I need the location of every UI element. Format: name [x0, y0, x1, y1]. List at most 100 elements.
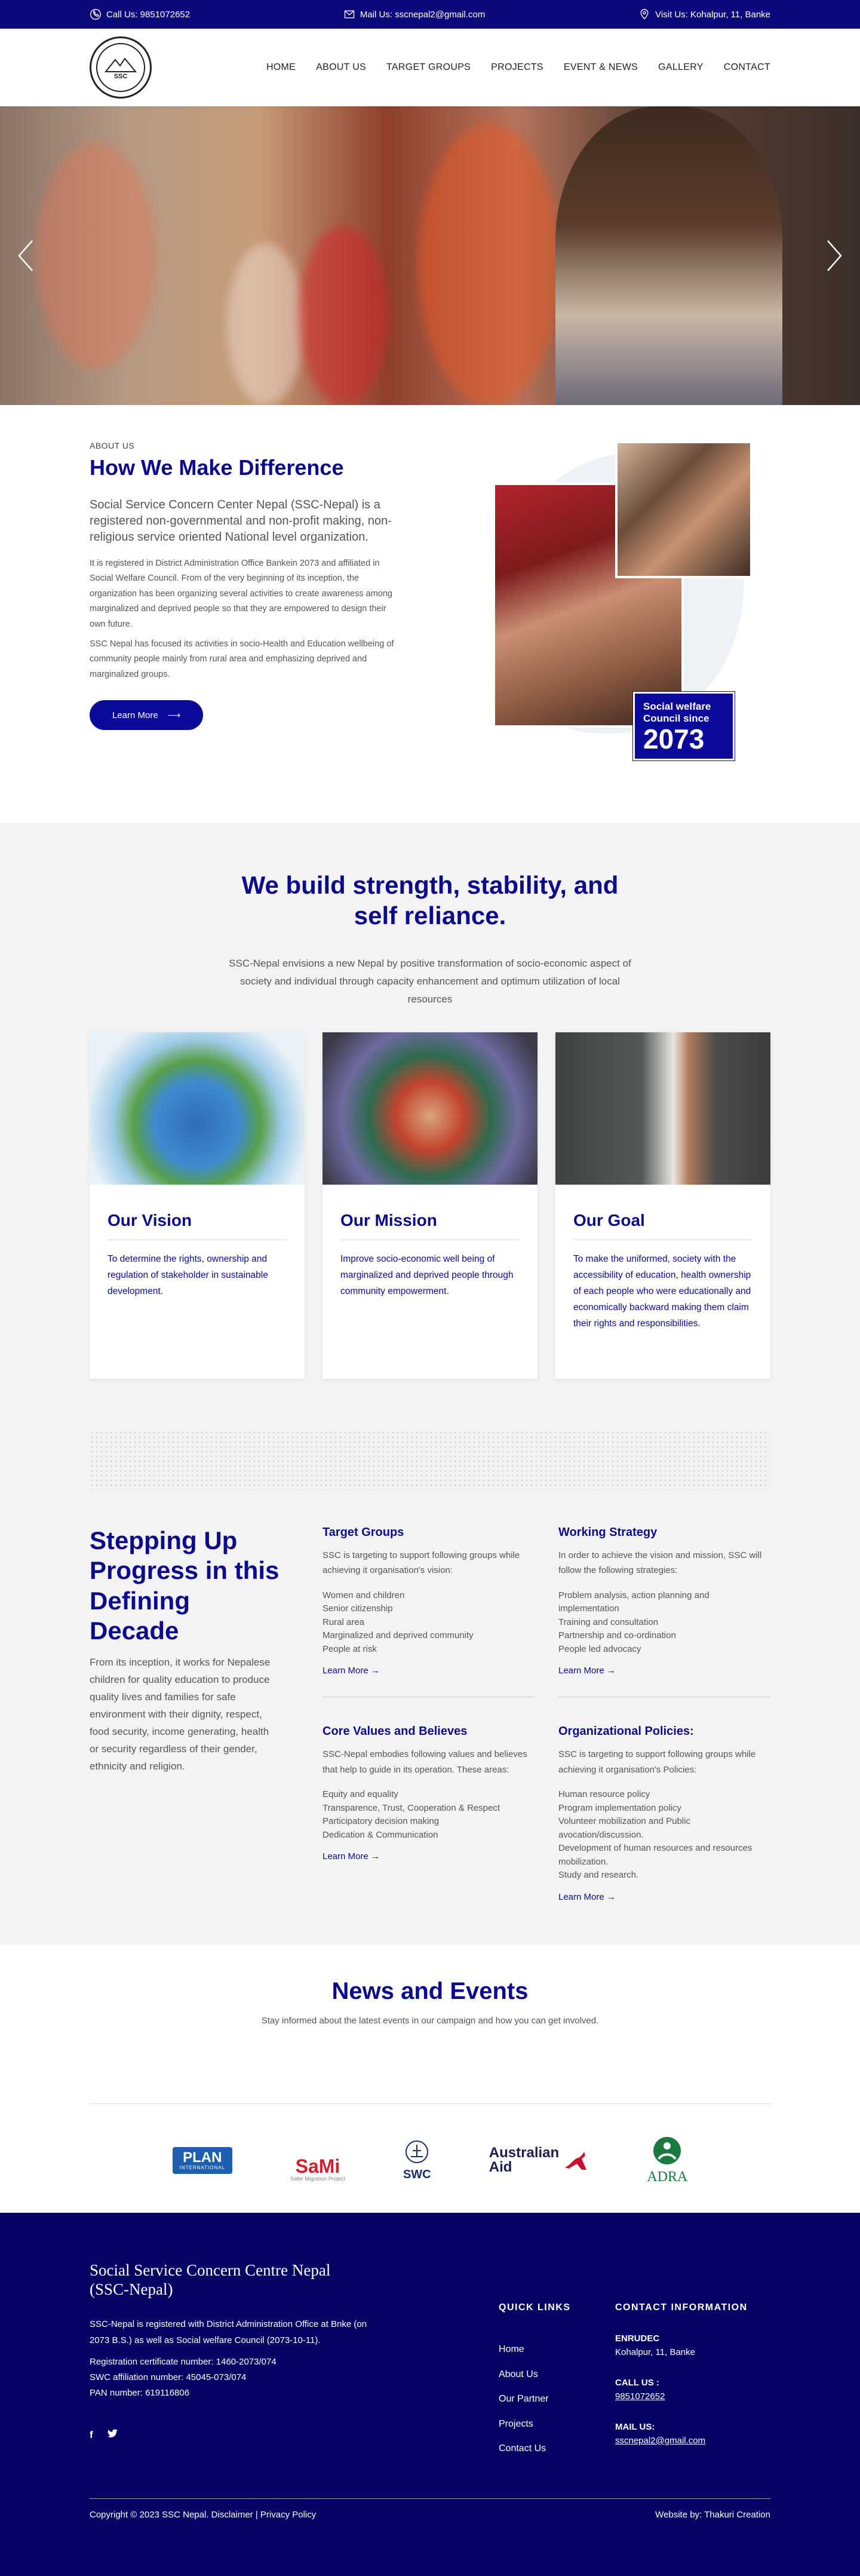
- email-info[interactable]: Mail Us: sscnepal2@gmail.com: [343, 8, 485, 20]
- hero-figure: [299, 226, 388, 405]
- arrow-right-icon: ⟶: [167, 710, 181, 720]
- badge-year: 2073: [643, 723, 705, 755]
- card-text: To determine the rights, ownership and r…: [108, 1253, 268, 1296]
- mail-link[interactable]: sscnepal2@gmail.com: [615, 2436, 770, 2446]
- about-learn-more-button[interactable]: Learn More ⟶: [90, 700, 204, 730]
- nav-target-groups[interactable]: TARGET GROUPS: [386, 62, 471, 73]
- phone-info[interactable]: Call Us: 9851072652: [90, 8, 190, 20]
- nav-contact[interactable]: CONTACT: [724, 62, 770, 73]
- mail-label: MAIL US:: [615, 2422, 655, 2432]
- block-title: Working Strategy: [558, 1525, 658, 1539]
- sami-logo-sub: Safer Migration Project: [290, 2176, 345, 2182]
- partner-logos: PLAN INTERNATIONAL SaMi Safer Migration …: [90, 2103, 770, 2217]
- footer-link-projects[interactable]: Projects: [499, 2419, 533, 2429]
- progress-intro: Stepping Up Progress in this Defining De…: [90, 1526, 281, 1903]
- twitter-icon[interactable]: [107, 2428, 118, 2442]
- nav-events-news[interactable]: EVENT & NEWS: [564, 62, 638, 73]
- globe-image: [90, 1032, 305, 1185]
- progress-section: Stepping Up Progress in this Defining De…: [0, 1490, 860, 1945]
- adra-logo-text: ADRA: [647, 2169, 688, 2185]
- block-list: Women and children Senior citizenship Ru…: [322, 1589, 535, 1657]
- card-text: To make the uniformed, society with the …: [573, 1253, 751, 1329]
- core-values-block: Core Values and Believes SSC-Nepal embod…: [322, 1725, 535, 1903]
- dot-pattern: [90, 1430, 770, 1490]
- learn-more-link[interactable]: Learn More →: [322, 1851, 380, 1862]
- sami-logo[interactable]: SaMi Safer Migration Project: [290, 2157, 345, 2182]
- call-link[interactable]: 9851072652: [615, 2391, 770, 2402]
- block-list: Equity and equality Transparence, Trust,…: [322, 1788, 535, 1842]
- australian-aid-logo[interactable]: Australian Aid: [489, 2146, 589, 2175]
- list-item: Senior citizenship: [322, 1603, 393, 1614]
- block-list: Problem analysis, action planning and im…: [558, 1589, 770, 1657]
- target-groups-block: Target Groups SSC is targeting to suppor…: [322, 1526, 535, 1698]
- card-title: Our Mission: [340, 1210, 437, 1229]
- footer-bottom: Copyright © 2023 SSC Nepal. Disclaimer |…: [90, 2498, 770, 2520]
- about-kicker: ABOUT US: [90, 441, 135, 450]
- footer-title: Social Service Concern Centre Nepal (SSC…: [90, 2261, 331, 2299]
- learn-more-link[interactable]: Learn More →: [558, 1666, 616, 1676]
- hero-slider: [0, 106, 860, 405]
- slider-next-icon[interactable]: [822, 238, 846, 274]
- vision-card[interactable]: Our Vision To determine the rights, owne…: [90, 1032, 305, 1379]
- link-label: Learn More: [322, 1851, 368, 1862]
- learn-more-link[interactable]: Learn More →: [322, 1666, 380, 1676]
- address-info[interactable]: Visit Us: Kohalpur, 11, Banke: [638, 8, 770, 20]
- adra-logo[interactable]: ADRA: [647, 2135, 687, 2185]
- list-item: People led advocacy: [558, 1643, 641, 1654]
- plan-logo[interactable]: PLAN INTERNATIONAL: [172, 2146, 233, 2174]
- arrow-right-icon: →: [370, 1851, 380, 1862]
- adra-emblem-icon: [653, 2137, 681, 2165]
- block-list: Human resource policy Program implementa…: [558, 1788, 770, 1882]
- registration-number: Registration certificate number: 1460-20…: [90, 2356, 277, 2367]
- badge-text: Social welfare Council since: [643, 701, 711, 725]
- site-logo[interactable]: SSC: [90, 36, 152, 99]
- quick-links-title: QUICK LINKS: [499, 2302, 571, 2313]
- footer-link-home[interactable]: Home: [499, 2344, 524, 2354]
- swc-emblem-icon: [406, 2140, 429, 2164]
- credit-text[interactable]: Website by: Thakuri Creation: [655, 2510, 770, 2520]
- list-item: Participatory decision making: [322, 1816, 440, 1827]
- swc-logo[interactable]: SWC: [403, 2139, 431, 2182]
- copyright-text[interactable]: Copyright © 2023 SSC Nepal. Disclaimer |…: [90, 2510, 316, 2520]
- aa-logo-line1: Australian: [489, 2145, 560, 2161]
- hero-figure: [36, 142, 155, 369]
- hero-figure: [227, 244, 305, 405]
- list-item: Partnership and co-ordination: [558, 1630, 676, 1641]
- vision-section: We build strength, stability, and self r…: [0, 823, 860, 1490]
- about-section: ABOUT US How We Make Difference Social S…: [0, 405, 860, 823]
- nav-home[interactable]: HOME: [266, 62, 296, 73]
- nav-projects[interactable]: PROJECTS: [491, 62, 543, 73]
- news-title: News and Events: [331, 1977, 529, 2004]
- list-item: Development of human resources and resou…: [558, 1843, 752, 1867]
- classroom-image: [555, 1032, 770, 1185]
- about-lead: Social Service Concern Center Nepal (SSC…: [90, 498, 392, 544]
- footer-link-about[interactable]: About Us: [499, 2369, 538, 2379]
- progress-title: Stepping Up Progress in this Defining De…: [90, 1526, 280, 1645]
- email-text: Mail Us: sscnepal2@gmail.com: [360, 9, 486, 20]
- vision-title: We build strength, stability, and self r…: [241, 871, 619, 930]
- pan-number: PAN number: 619116806: [90, 2388, 190, 2399]
- quick-links-list: Home About Us Our Partner Projects Conta…: [499, 2337, 615, 2461]
- footer-link-contact[interactable]: Contact Us: [499, 2443, 546, 2454]
- mission-card[interactable]: Our Mission Improve socio-economic well …: [322, 1032, 538, 1379]
- list-item: Rural area: [322, 1617, 365, 1627]
- nav-gallery[interactable]: GALLERY: [658, 62, 704, 73]
- slider-prev-icon[interactable]: [14, 238, 38, 274]
- footer-link-partner[interactable]: Our Partner: [499, 2394, 549, 2404]
- block-title: Core Values and Believes: [322, 1725, 468, 1738]
- list-item: People at risk: [322, 1643, 377, 1654]
- hero-figure: [418, 124, 561, 405]
- list-item: Equity and equality: [322, 1789, 398, 1800]
- list-item: Volunteer mobilization and Public avocat…: [558, 1816, 690, 1840]
- hero-figure: [555, 106, 782, 405]
- nav-about[interactable]: ABOUT US: [316, 62, 366, 73]
- list-item: Human resource policy: [558, 1789, 650, 1800]
- site-footer: Social Service Concern Centre Nepal (SSC…: [0, 2213, 860, 2576]
- facebook-icon[interactable]: f: [90, 2429, 93, 2442]
- goal-card[interactable]: Our Goal To make the uniformed, society …: [555, 1032, 770, 1379]
- list-item: Dedication & Communication: [322, 1829, 438, 1840]
- logo-text: SSC: [113, 73, 128, 80]
- footer-contact: CONTACT INFORMATION ENRUDEC Kohalpur, 11…: [615, 2261, 770, 2461]
- learn-more-link[interactable]: Learn More →: [558, 1892, 616, 1902]
- about-paragraph: SSC Nepal has focused its activities in …: [90, 639, 394, 679]
